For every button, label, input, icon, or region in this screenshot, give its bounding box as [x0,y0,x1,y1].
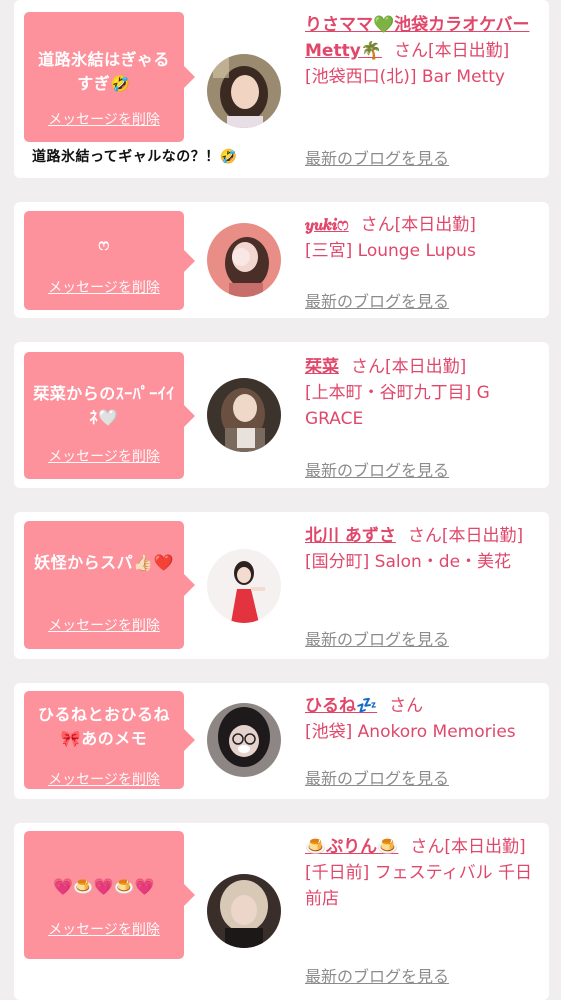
woman-portrait-icon [207,223,281,297]
avatar[interactable] [207,378,281,452]
latest-blog-link[interactable]: 最新のブログを見る [305,145,449,169]
status-badge: [本日出勤] [394,215,476,235]
message-card: 妖怪からスパ👍🏻❤️ メッセージを削除 北川 あずさ さん[本日出勤] [国分町]… [14,512,549,659]
woman-portrait-icon [207,874,281,948]
message-text: ひるねとおひるね🎀あのメモ [37,705,170,748]
delete-message-link[interactable]: メッセージを削除 [24,109,184,129]
message-text: 道路氷結はぎゃるすぎ🤣 [38,50,170,93]
overlay-caption: 道路氷結ってギャルなの？！🤣 [32,149,238,165]
status-badge: [本日出勤] [427,41,510,61]
status-badge: [本日出勤] [444,837,526,857]
woman-portrait-icon [207,703,281,777]
cast-name-link[interactable]: ひるね💤 [305,696,377,716]
message-bubble: ひるねとおひるね🎀あのメモ メッセージを削除 [24,691,195,789]
cast-info: ひるね💤 さん [池袋] Anokoro Memories [305,693,541,745]
avatar[interactable] [207,703,281,777]
honorific: さん [360,215,395,235]
message-text: ෆ [98,235,110,254]
honorific: さん [389,696,424,716]
message-card: 💗🍮💗🍮💗 メッセージを削除 🍮ぷりん🍮 さん[本日出勤] [千日前] フェスティ… [14,823,549,1000]
message-bubble: ෆ メッセージを削除 [24,211,195,310]
message-bubble: 道路氷結はぎゃるすぎ🤣 メッセージを削除 [24,12,195,142]
latest-blog-link[interactable]: 最新のブログを見る [305,626,449,650]
avatar[interactable] [207,549,281,623]
message-text: 妖怪からスパ👍🏻❤️ [34,553,174,572]
message-card: 道路氷結はぎゃるすぎ🤣 メッセージを削除 道路氷結ってギャルなの？！🤣 りさママ… [14,0,549,178]
cast-info: りさママ💚池袋カラオケバーMetty🌴 さん[本日出勤] [池袋西口(北)] Ba… [305,12,541,90]
message-card: 栞菜からのｽｰﾊﾟｰｲｲﾈ🤍 メッセージを削除 栞菜 さん[本日出勤] [上本町・… [14,342,549,488]
message-text: 💗🍮💗🍮💗 [52,877,156,896]
status-badge: [本日出勤] [441,526,524,546]
message-bubble: 💗🍮💗🍮💗 メッセージを削除 [24,831,195,959]
woman-portrait-icon [207,378,281,452]
cast-info: 🍮ぷりん🍮 さん[本日出勤] [千日前] フェスティバル 千日前店 [305,834,541,912]
message-card: ひるねとおひるね🎀あのメモ メッセージを削除 ひるね💤 さん [池袋] Anoko… [14,683,549,799]
shop-name[interactable]: [池袋西口(北)] Bar Metty [305,64,541,90]
avatar[interactable] [207,223,281,297]
avatar[interactable] [207,54,281,128]
honorific: さん [407,526,442,546]
shop-name[interactable]: [三宮] Lounge Lupus [305,238,541,264]
latest-blog-link[interactable]: 最新のブログを見る [305,963,449,987]
delete-message-link[interactable]: メッセージを削除 [24,615,184,635]
cast-name-link[interactable]: 北川 あずさ [305,526,396,546]
status-badge: [本日出勤] [385,357,467,377]
latest-blog-link[interactable]: 最新のブログを見る [305,288,449,312]
woman-portrait-icon [207,54,281,128]
cast-name-link[interactable]: 🍮ぷりん🍮 [305,837,398,857]
avatar[interactable] [207,874,281,948]
message-text: 栞菜からのｽｰﾊﾟｰｲｲﾈ🤍 [33,384,175,427]
cast-name-link[interactable]: 𝒚𝒖𝒌𝒊ෆ [305,215,349,235]
shop-name[interactable]: [千日前] フェスティバル 千日前店 [305,860,541,912]
honorific: さん [393,41,428,61]
message-bubble: 妖怪からスパ👍🏻❤️ メッセージを削除 [24,521,195,649]
delete-message-link[interactable]: メッセージを削除 [24,446,184,466]
delete-message-link[interactable]: メッセージを削除 [24,277,184,297]
liked-messages-list: 道路氷結はぎゃるすぎ🤣 メッセージを削除 道路氷結ってギャルなの？！🤣 りさママ… [0,0,561,1000]
shop-name[interactable]: [池袋] Anokoro Memories [305,719,541,745]
woman-portrait-icon [207,549,281,623]
latest-blog-link[interactable]: 最新のブログを見る [305,457,449,481]
honorific: さん [410,837,445,857]
latest-blog-link[interactable]: 最新のブログを見る [305,765,449,789]
cast-info: 𝒚𝒖𝒌𝒊ෆ さん[本日出勤] [三宮] Lounge Lupus [305,212,541,264]
shop-name[interactable]: [上本町・谷町九丁目] G GRACE [305,380,541,432]
message-card: ෆ メッセージを削除 𝒚𝒖𝒌𝒊ෆ さん[本日出勤] [三宮] Lounge Lup… [14,202,549,318]
message-bubble: 栞菜からのｽｰﾊﾟｰｲｲﾈ🤍 メッセージを削除 [24,352,195,479]
cast-info: 北川 あずさ さん[本日出勤] [国分町] Salon・de・美花 [305,523,541,575]
cast-name-link[interactable]: 栞菜 [305,357,339,377]
shop-name[interactable]: [国分町] Salon・de・美花 [305,549,541,575]
delete-message-link[interactable]: メッセージを削除 [24,769,184,789]
delete-message-link[interactable]: メッセージを削除 [24,919,184,939]
cast-info: 栞菜 さん[本日出勤] [上本町・谷町九丁目] G GRACE [305,354,541,432]
honorific: さん [351,357,385,377]
